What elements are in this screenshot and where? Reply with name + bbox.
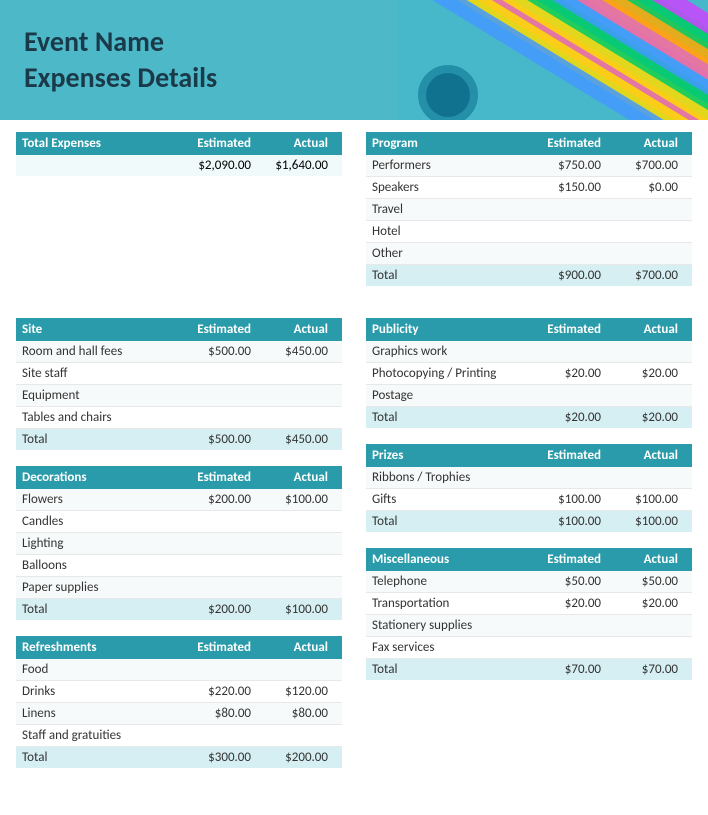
prizes-header: Prizes Estimated Actual: [366, 444, 692, 467]
publicity-total-row: Total $20.00 $20.00: [366, 407, 692, 428]
table-row: Hotel: [366, 221, 692, 243]
total-expenses-col-actual: Actual: [259, 136, 336, 151]
publicity-col-estimated: Estimated: [532, 322, 609, 337]
program-col-actual: Actual: [609, 136, 686, 151]
table-row: Telephone $50.00 $50.00: [366, 571, 692, 593]
table-row: Tables and chairs: [16, 407, 342, 429]
refreshments-total-row: Total $300.00 $200.00: [16, 747, 342, 768]
total-expenses-estimated: $2,090.00: [182, 158, 259, 173]
program-section: Program Estimated Actual Performers $750…: [366, 132, 692, 286]
site-col-actual: Actual: [259, 322, 336, 337]
right-column: Publicity Estimated Actual Graphics work…: [366, 318, 692, 784]
miscellaneous-total-row: Total $70.00 $70.00: [366, 659, 692, 680]
decorations-col-actual: Actual: [259, 470, 336, 485]
miscellaneous-header: Miscellaneous Estimated Actual: [366, 548, 692, 571]
table-row: Equipment: [16, 385, 342, 407]
prizes-section: Prizes Estimated Actual Ribbons / Trophi…: [366, 444, 692, 532]
miscellaneous-section: Miscellaneous Estimated Actual Telephone…: [366, 548, 692, 680]
publicity-section: Publicity Estimated Actual Graphics work…: [366, 318, 692, 428]
top-section: Total Expenses Estimated Actual $2,090.0…: [16, 132, 692, 302]
publicity-header: Publicity Estimated Actual: [366, 318, 692, 341]
miscellaneous-col-actual: Actual: [609, 552, 686, 567]
table-row: Flowers $200.00 $100.00: [16, 489, 342, 511]
table-row: Graphics work: [366, 341, 692, 363]
site-label: Site: [22, 322, 182, 337]
table-row: Lighting: [16, 533, 342, 555]
left-column: Site Estimated Actual Room and hall fees…: [16, 318, 342, 784]
decorations-section: Decorations Estimated Actual Flowers $20…: [16, 466, 342, 620]
publicity-label: Publicity: [372, 322, 532, 337]
main-content: Total Expenses Estimated Actual $2,090.0…: [0, 120, 708, 796]
total-expenses-header: Total Expenses Estimated Actual: [16, 132, 342, 155]
miscellaneous-label: Miscellaneous: [372, 552, 532, 567]
decorations-col-estimated: Estimated: [182, 470, 259, 485]
decorations-label: Decorations: [22, 470, 182, 485]
table-row: Stationery supplies: [366, 615, 692, 637]
table-row: Site staff: [16, 363, 342, 385]
site-header: Site Estimated Actual: [16, 318, 342, 341]
site-total-row: Total $500.00 $450.00: [16, 429, 342, 450]
table-row: Postage: [366, 385, 692, 407]
program-col-estimated: Estimated: [532, 136, 609, 151]
table-row: Balloons: [16, 555, 342, 577]
prizes-label: Prizes: [372, 448, 532, 463]
table-row: Drinks $220.00 $120.00: [16, 681, 342, 703]
table-row: Performers $750.00 $700.00: [366, 155, 692, 177]
program-header: Program Estimated Actual: [366, 132, 692, 155]
decorations-total-row: Total $200.00 $100.00: [16, 599, 342, 620]
table-row: Ribbons / Trophies: [366, 467, 692, 489]
refreshments-col-actual: Actual: [259, 640, 336, 655]
refreshments-section: Refreshments Estimated Actual Food Drink…: [16, 636, 342, 768]
site-section: Site Estimated Actual Room and hall fees…: [16, 318, 342, 450]
table-row: Candles: [16, 511, 342, 533]
table-row: Transportation $20.00 $20.00: [366, 593, 692, 615]
table-row: Speakers $150.00 $0.00: [366, 177, 692, 199]
publicity-col-actual: Actual: [609, 322, 686, 337]
prizes-col-actual: Actual: [609, 448, 686, 463]
program-total-row: Total $900.00 $700.00: [366, 265, 692, 286]
program-label: Program: [372, 136, 532, 151]
table-row: Paper supplies: [16, 577, 342, 599]
table-row: Gifts $100.00 $100.00: [366, 489, 692, 511]
total-expenses-section: Total Expenses Estimated Actual $2,090.0…: [16, 132, 342, 286]
refreshments-header: Refreshments Estimated Actual: [16, 636, 342, 659]
refreshments-label: Refreshments: [22, 640, 182, 655]
page-header: Event Name Expenses Details: [0, 0, 708, 120]
prizes-total-row: Total $100.00 $100.00: [366, 511, 692, 532]
table-row: Room and hall fees $500.00 $450.00: [16, 341, 342, 363]
prizes-col-estimated: Estimated: [532, 448, 609, 463]
miscellaneous-col-estimated: Estimated: [532, 552, 609, 567]
table-row: Fax services: [366, 637, 692, 659]
site-col-estimated: Estimated: [182, 322, 259, 337]
refreshments-col-estimated: Estimated: [182, 640, 259, 655]
decorations-header: Decorations Estimated Actual: [16, 466, 342, 489]
table-row: Photocopying / Printing $20.00 $20.00: [366, 363, 692, 385]
header-decoration: [398, 0, 708, 120]
total-expenses-data-row: $2,090.00 $1,640.00: [16, 155, 342, 176]
table-row: Food: [16, 659, 342, 681]
total-expenses-label: Total Expenses: [22, 136, 182, 151]
total-expenses-col-estimated: Estimated: [182, 136, 259, 151]
total-expenses-actual: $1,640.00: [259, 158, 336, 173]
page-title: Event Name Expenses Details: [24, 24, 217, 97]
table-row: Travel: [366, 199, 692, 221]
table-row: Staff and gratuities: [16, 725, 342, 747]
table-row: Linens $80.00 $80.00: [16, 703, 342, 725]
table-row: Other: [366, 243, 692, 265]
